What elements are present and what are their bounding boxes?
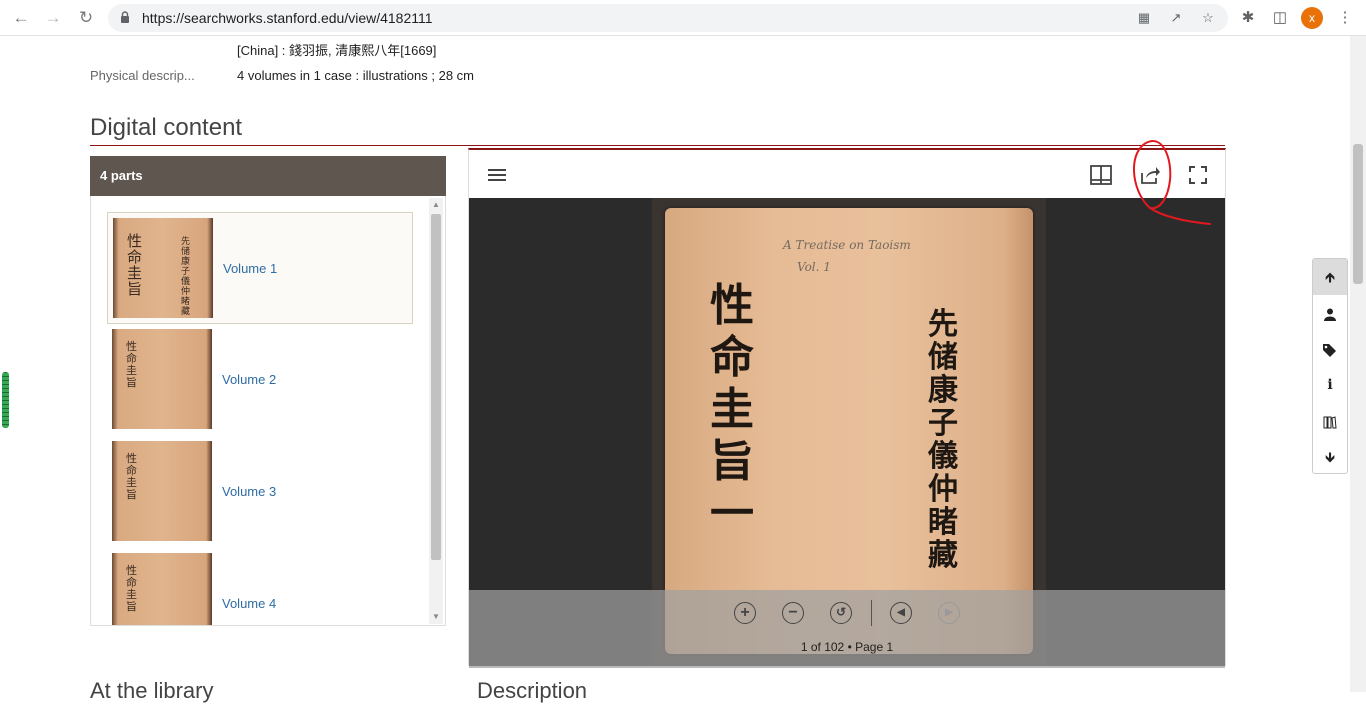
book-view-icon[interactable]	[1090, 164, 1112, 186]
extensions-icon[interactable]: ✱	[1238, 8, 1258, 28]
part-item[interactable]: 性命圭旨 Volume 2	[107, 324, 413, 436]
profile-avatar[interactable]: x	[1301, 7, 1323, 29]
zoom-in-icon[interactable]: +	[734, 602, 756, 624]
share-icon[interactable]	[1139, 164, 1161, 186]
info-icon[interactable]: i	[1313, 367, 1347, 403]
zoom-out-icon[interactable]: −	[782, 602, 804, 624]
part-link-volume-4[interactable]: Volume 4	[222, 596, 276, 611]
page-counter: 1 of 102 • Page 1	[800, 640, 894, 654]
viewer-toolbar	[469, 150, 1225, 198]
forward-arrow-icon[interactable]: →	[42, 7, 64, 29]
share-page-icon[interactable]: ↗	[1168, 10, 1184, 26]
cover-title-left: 性命圭旨 一	[710, 280, 754, 539]
url-text: https://searchworks.stanford.edu/view/41…	[142, 10, 433, 26]
browser-toolbar: ← → ↻ https://searchworks.stanford.edu/v…	[0, 0, 1366, 36]
description-heading: Description	[477, 678, 588, 703]
part-thumbnail[interactable]: 性命圭旨 先储康子儀仲睹藏	[113, 218, 213, 318]
bookmark-star-icon[interactable]: ☆	[1200, 10, 1216, 26]
lock-icon	[121, 11, 129, 23]
arrow-up-icon[interactable]: 🡹	[1313, 259, 1347, 295]
scroll-down-arrow-icon[interactable]: ▼	[429, 610, 443, 624]
book-cover: A Treatise on Taoism Vol. 1 性命圭旨 一 先储康子儀…	[665, 208, 1033, 654]
section-divider	[90, 145, 1225, 146]
part-thumbnail[interactable]: 性命圭旨	[112, 441, 212, 541]
part-thumbnail[interactable]: 性命圭旨	[112, 329, 212, 429]
library-icon[interactable]	[1313, 403, 1347, 439]
physical-description-value: 4 volumes in 1 case : illustrations ; 28…	[237, 68, 474, 83]
menu-icon[interactable]	[486, 164, 508, 186]
part-link-volume-3[interactable]: Volume 3	[222, 484, 276, 499]
parts-header: 4 parts	[90, 156, 446, 196]
address-bar[interactable]: https://searchworks.stanford.edu/view/41…	[108, 4, 1228, 32]
scroll-up-arrow-icon[interactable]: ▲	[429, 198, 443, 212]
user-icon[interactable]	[1313, 295, 1347, 331]
pencil-volume: Vol. 1	[797, 260, 831, 274]
fullscreen-icon[interactable]	[1187, 164, 1209, 186]
digital-content-heading: Digital content	[90, 114, 243, 141]
at-the-library-heading: At the library	[90, 678, 214, 703]
next-icon[interactable]: ▶	[938, 602, 960, 624]
cover-title-right: 先储康子儀仲睹藏	[928, 307, 958, 573]
translate-icon[interactable]: ▦	[1136, 10, 1152, 26]
tags-icon[interactable]	[1313, 331, 1347, 367]
part-thumbnail[interactable]: 性命圭旨	[112, 553, 212, 625]
page-scrollbar[interactable]	[1350, 36, 1366, 692]
part-link-volume-1[interactable]: Volume 1	[223, 261, 277, 276]
parts-list: 性命圭旨 先储康子儀仲睹藏 Volume 1 性命圭旨 Volume 2 性命圭…	[90, 196, 446, 626]
physical-description-label: Physical descrip...	[90, 68, 195, 83]
floating-nav: 🡹 i 🡻	[1312, 258, 1348, 474]
reload-icon[interactable]: ↻	[75, 7, 97, 29]
part-item[interactable]: 性命圭旨 Volume 3	[107, 436, 413, 548]
image-viewer: A Treatise on Taoism Vol. 1 性命圭旨 一 先储康子儀…	[468, 148, 1226, 668]
controls-separator	[871, 600, 872, 626]
page-scroll-thumb[interactable]	[1353, 144, 1363, 284]
side-panel-icon[interactable]: ◫	[1270, 8, 1290, 28]
arrow-down-icon[interactable]: 🡻	[1313, 439, 1347, 475]
part-item[interactable]: 性命圭旨 先储康子儀仲睹藏 Volume 1	[107, 212, 413, 324]
part-item[interactable]: 性命圭旨 Volume 4	[107, 548, 413, 625]
publication-value: [China] : 錢羽振, 清康熙八年[1669]	[237, 43, 437, 58]
menu-kebab-icon[interactable]: ⋮	[1335, 8, 1355, 28]
parts-scroll-thumb[interactable]	[431, 214, 441, 560]
back-arrow-icon[interactable]: ←	[10, 7, 32, 29]
viewer-controls: + − ↺ ◀ ▶ 1 of 102 • Page 1	[469, 590, 1225, 668]
pencil-annotation: A Treatise on Taoism	[783, 238, 911, 252]
previous-icon[interactable]: ◀	[890, 602, 912, 624]
side-grip-handle[interactable]	[2, 372, 9, 428]
reset-zoom-icon[interactable]: ↺	[830, 602, 852, 624]
part-link-volume-2[interactable]: Volume 2	[222, 372, 276, 387]
